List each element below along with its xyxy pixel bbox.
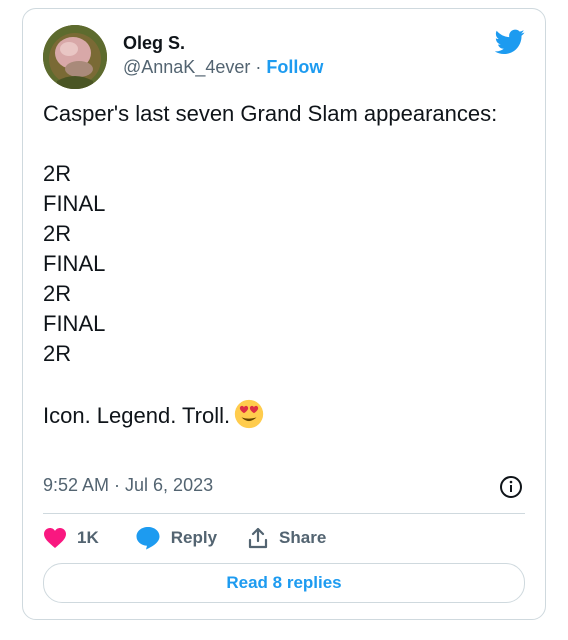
reply-bubble-icon	[136, 527, 160, 550]
info-icon[interactable]	[499, 475, 523, 499]
tweet-card: Oleg S. @AnnaK_4ever · Follow Casper's l…	[22, 8, 546, 620]
tweet-body: Casper's last seven Grand Slam appearanc…	[43, 101, 498, 428]
author-handle-row: @AnnaK_4ever · Follow	[123, 57, 323, 78]
twitter-bird-icon[interactable]	[495, 29, 525, 55]
tweet-text: Casper's last seven Grand Slam appearanc…	[43, 99, 513, 431]
share-upload-icon	[248, 527, 268, 549]
heart-icon	[44, 528, 66, 548]
author-name[interactable]: Oleg S.	[123, 33, 185, 54]
avatar[interactable]	[43, 25, 107, 89]
heart-eyes-emoji-icon	[234, 399, 264, 429]
tweet-timestamp[interactable]: 9:52 AM · Jul 6, 2023	[43, 475, 213, 496]
like-button[interactable]: 1K	[43, 527, 99, 549]
divider	[43, 513, 525, 514]
like-count: 1K	[77, 528, 99, 547]
avatar-image	[43, 25, 107, 89]
reply-button[interactable]: Reply	[135, 526, 217, 550]
read-replies-button[interactable]: Read 8 replies	[43, 563, 525, 603]
author-handle[interactable]: @AnnaK_4ever	[123, 57, 250, 77]
separator: ·	[250, 57, 267, 77]
action-bar: 1K Reply Share	[43, 523, 326, 553]
follow-button[interactable]: Follow	[266, 57, 323, 77]
share-button[interactable]: Share	[247, 527, 326, 549]
reply-label: Reply	[170, 528, 218, 547]
share-label: Share	[279, 528, 327, 547]
